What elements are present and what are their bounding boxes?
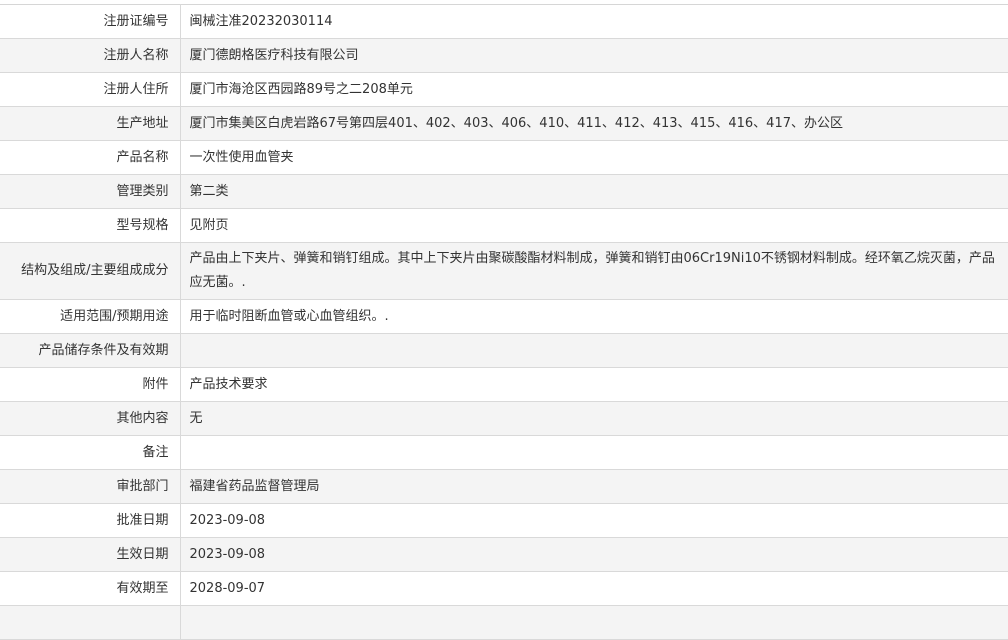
field-label: 备注 xyxy=(0,435,181,470)
field-label: 注册人住所 xyxy=(0,72,181,107)
field-label: 型号规格 xyxy=(0,208,181,243)
field-value: 产品技术要求 xyxy=(180,367,1008,402)
field-label: 生效日期 xyxy=(0,537,181,572)
row-attachment: 附件 产品技术要求 xyxy=(0,367,1008,402)
field-label: 审批部门 xyxy=(0,469,181,504)
row-registrant-name: 注册人名称 厦门德朗格医疗科技有限公司 xyxy=(0,38,1008,73)
field-value: 用于临时阻断血管或心血管组织。. xyxy=(180,299,1008,334)
row-approval-department: 审批部门 福建省药品监督管理局 xyxy=(0,469,1008,504)
field-value: 见附页 xyxy=(180,208,1008,243)
row-registrant-address: 注册人住所 厦门市海沧区西园路89号之二208单元 xyxy=(0,72,1008,107)
row-management-category: 管理类别 第二类 xyxy=(0,174,1008,209)
field-value xyxy=(180,435,1008,470)
row-approval-date: 批准日期 2023-09-08 xyxy=(0,503,1008,538)
row-production-address: 生产地址 厦门市集美区白虎岩路67号第四层401、402、403、406、410… xyxy=(0,106,1008,141)
field-value: 第二类 xyxy=(180,174,1008,209)
row-model-spec: 型号规格 见附页 xyxy=(0,208,1008,243)
field-value: 厦门德朗格医疗科技有限公司 xyxy=(180,38,1008,73)
registration-record-table: 注册证编号 闽械注准20232030114 注册人名称 厦门德朗格医疗科技有限公… xyxy=(0,4,1008,640)
field-value xyxy=(180,605,1008,640)
field-label: 注册人名称 xyxy=(0,38,181,73)
row-structure-composition: 结构及组成/主要组成成分 产品由上下夹片、弹簧和销钉组成。其中上下夹片由聚碳酸酯… xyxy=(0,242,1008,300)
field-value: 2028-09-07 xyxy=(180,571,1008,606)
field-label: 批准日期 xyxy=(0,503,181,538)
field-value: 福建省药品监督管理局 xyxy=(180,469,1008,504)
row-other-content: 其他内容 无 xyxy=(0,401,1008,436)
field-value: 2023-09-08 xyxy=(180,503,1008,538)
row-product-name: 产品名称 一次性使用血管夹 xyxy=(0,140,1008,175)
field-value: 厦门市海沧区西园路89号之二208单元 xyxy=(180,72,1008,107)
field-label: 管理类别 xyxy=(0,174,181,209)
field-label: 注册证编号 xyxy=(0,4,181,39)
field-value xyxy=(180,333,1008,368)
row-valid-until: 有效期至 2028-09-07 xyxy=(0,571,1008,606)
field-value: 闽械注准20232030114 xyxy=(180,4,1008,39)
field-label: 结构及组成/主要组成成分 xyxy=(0,242,181,300)
row-effective-date: 生效日期 2023-09-08 xyxy=(0,537,1008,572)
field-label xyxy=(0,605,181,640)
field-value: 产品由上下夹片、弹簧和销钉组成。其中上下夹片由聚碳酸酯材料制成，弹簧和销钉由06… xyxy=(180,242,1008,300)
field-label: 产品储存条件及有效期 xyxy=(0,333,181,368)
row-remarks: 备注 xyxy=(0,435,1008,470)
field-label: 附件 xyxy=(0,367,181,402)
field-value: 厦门市集美区白虎岩路67号第四层401、402、403、406、410、411、… xyxy=(180,106,1008,141)
field-value: 无 xyxy=(180,401,1008,436)
field-label: 生产地址 xyxy=(0,106,181,141)
field-value: 2023-09-08 xyxy=(180,537,1008,572)
field-label: 适用范围/预期用途 xyxy=(0,299,181,334)
row-storage-conditions: 产品储存条件及有效期 xyxy=(0,333,1008,368)
field-value: 一次性使用血管夹 xyxy=(180,140,1008,175)
row-empty xyxy=(0,605,1008,640)
row-intended-use: 适用范围/预期用途 用于临时阻断血管或心血管组织。. xyxy=(0,299,1008,334)
row-registration-number: 注册证编号 闽械注准20232030114 xyxy=(0,4,1008,39)
field-label: 其他内容 xyxy=(0,401,181,436)
field-label: 有效期至 xyxy=(0,571,181,606)
field-label: 产品名称 xyxy=(0,140,181,175)
